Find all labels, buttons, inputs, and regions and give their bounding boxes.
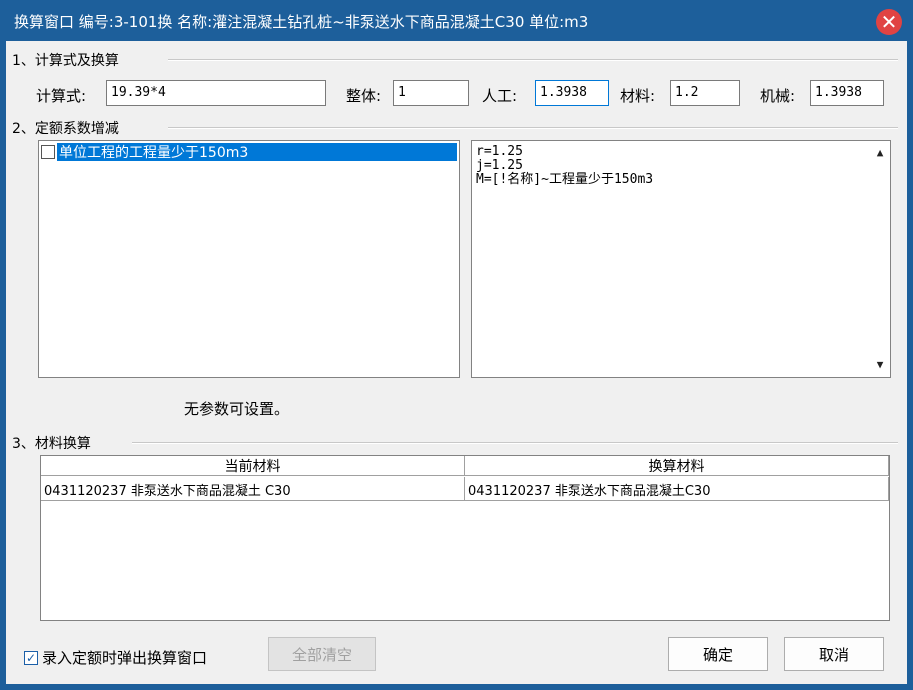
section-formula-title: 1、计算式及换算 [12,53,119,69]
no-params-text: 无参数可设置。 [184,400,290,418]
replacement-material-cell[interactable]: 0431120237 非泵送水下商品混凝土C30 [465,477,889,501]
clear-all-button[interactable]: 全部清空 [268,637,376,671]
current-material-cell[interactable]: 0431120237 非泵送水下商品混凝土 C30 [41,477,465,501]
material-table: 当前材料 换算材料 0431120237 非泵送水下商品混凝土 C30 0431… [40,455,890,621]
popup-checkbox-label: 录入定额时弹出换算窗口 [42,649,208,667]
detail-line: j=1.25 [476,158,523,173]
table-header: 当前材料 换算材料 [41,456,889,476]
column-header-replacement[interactable]: 换算材料 [465,456,889,476]
detail-line: M=[!名称]~工程量少于150m3 [476,172,654,187]
table-row[interactable]: 0431120237 非泵送水下商品混凝土 C30 0431120237 非泵送… [41,477,889,501]
popup-checkbox[interactable]: ✓ [24,650,38,665]
list-item-label: 单位工程的工程量少于150m3 [57,143,457,161]
dialog-body: 1、计算式及换算 计算式: 19.39*4 整体: 1 人工: 1.3938 材… [6,41,907,684]
whole-input[interactable]: 1 [393,80,469,106]
labor-label: 人工: [482,87,518,105]
title-bar: 换算窗口 编号:3-101换 名称:灌注混凝土钻孔桩~非泵送水下商品混凝土C30… [6,1,907,41]
coefficient-checkbox[interactable] [41,145,55,159]
formula-input[interactable]: 19.39*4 [106,80,326,106]
material-label: 材料: [620,87,656,105]
window-title: 换算窗口 编号:3-101换 名称:灌注混凝土钻孔桩~非泵送水下商品混凝土C30… [14,12,589,31]
close-icon[interactable]: ✕ [876,9,902,35]
list-item[interactable]: 单位工程的工程量少于150m3 [41,143,457,161]
labor-input[interactable]: 1.3938 [535,80,609,106]
column-header-current[interactable]: 当前材料 [41,456,465,476]
section-divider [132,442,898,444]
conversion-window: 换算窗口 编号:3-101换 名称:灌注混凝土钻孔桩~非泵送水下商品混凝土C30… [0,0,913,690]
popup-option[interactable]: ✓ 录入定额时弹出换算窗口 [24,647,207,668]
detail-line: r=1.25 [476,144,523,159]
formula-label: 计算式: [36,87,87,105]
section-divider [168,59,898,61]
coefficient-list[interactable]: 单位工程的工程量少于150m3 [38,140,460,378]
material-input[interactable]: 1.2 [670,80,740,106]
cancel-button[interactable]: 取消 [784,637,884,671]
scroll-up-icon[interactable]: ▲ [874,147,886,158]
ok-button[interactable]: 确定 [668,637,768,671]
section-material-title: 3、材料换算 [12,436,91,452]
scroll-down-icon[interactable]: ▼ [874,359,886,370]
machine-input[interactable]: 1.3938 [810,80,884,106]
coefficient-detail-text[interactable]: r=1.25 j=1.25 M=[!名称]~工程量少于150m3 ▲ ▼ [471,140,891,378]
machine-label: 机械: [760,87,796,105]
section-divider [168,127,898,129]
whole-label: 整体: [346,87,382,105]
section-coefficient-title: 2、定额系数增减 [12,121,119,137]
